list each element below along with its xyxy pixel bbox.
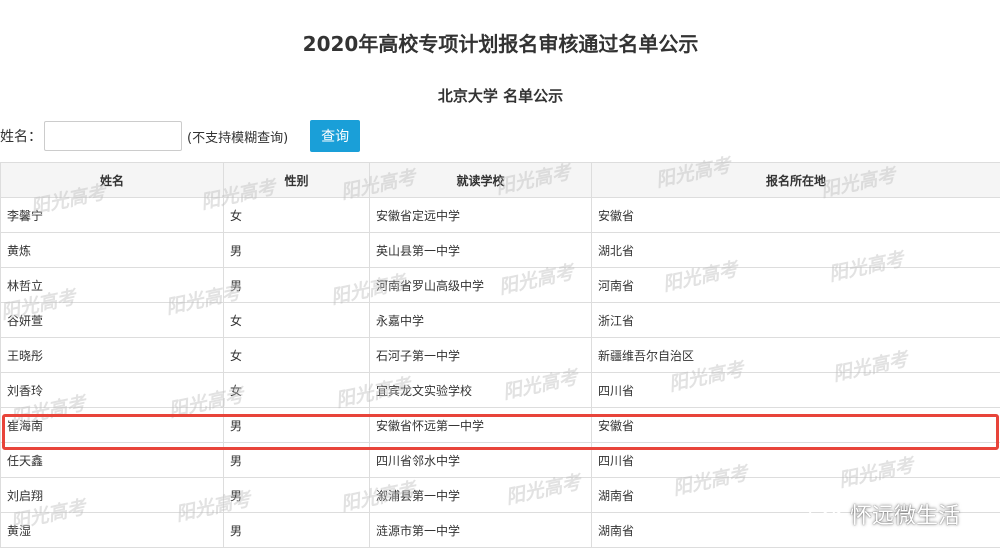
cell-location: 河南省 xyxy=(591,267,1000,303)
roster-table: 姓名 性别 就读学校 报名所在地 李馨宁 女 安徽省定远中学 安徽省 黄炼 男 … xyxy=(0,162,1000,548)
cell-school: 溆浦县第一中学 xyxy=(369,477,592,513)
cell-school: 安徽省怀远第一中学 xyxy=(369,407,592,443)
name-search-input[interactable] xyxy=(44,121,182,151)
cell-name: 谷妍萱 xyxy=(0,302,224,338)
page-title: 2020年高校专项计划报名审核通过名单公示 xyxy=(302,32,699,56)
column-header-gender: 性别 xyxy=(223,162,370,198)
wechat-icon xyxy=(809,500,843,527)
column-header-school: 就读学校 xyxy=(369,162,592,198)
table-row: 李馨宁 女 安徽省定远中学 安徽省 xyxy=(0,197,1000,233)
table-row: 林哲立 男 河南省罗山高级中学 河南省 xyxy=(0,267,1000,303)
column-header-name: 姓名 xyxy=(0,162,224,198)
cell-location: 安徽省 xyxy=(591,407,1000,443)
cell-name: 崔海南 xyxy=(0,407,224,443)
search-hint: (不支持模糊查询) xyxy=(187,130,289,146)
cell-location: 安徽省 xyxy=(591,197,1000,233)
cell-gender: 女 xyxy=(223,302,370,338)
cell-gender: 男 xyxy=(223,407,370,443)
cell-school: 涟源市第一中学 xyxy=(369,512,592,548)
cell-gender: 男 xyxy=(223,267,370,303)
cell-school: 河南省罗山高级中学 xyxy=(369,267,592,303)
table-row: 黄炼 男 英山县第一中学 湖北省 xyxy=(0,232,1000,268)
cell-name: 黄湿 xyxy=(0,512,224,548)
cell-school: 永嘉中学 xyxy=(369,302,592,338)
cell-school: 英山县第一中学 xyxy=(369,232,592,268)
cell-location: 湖北省 xyxy=(591,232,1000,268)
table-row: 任天鑫 男 四川省邻水中学 四川省 xyxy=(0,442,1000,478)
search-button[interactable]: 查询 xyxy=(310,120,361,152)
cell-location: 四川省 xyxy=(591,442,1000,478)
cell-school: 石河子第一中学 xyxy=(369,337,592,373)
cell-name: 李馨宁 xyxy=(0,197,224,233)
page-subtitle: 北京大学 名单公示 xyxy=(437,87,564,105)
cell-gender: 女 xyxy=(223,337,370,373)
table-row-highlighted: 崔海南 男 安徽省怀远第一中学 安徽省 xyxy=(0,407,1000,443)
cell-school: 安徽省定远中学 xyxy=(369,197,592,233)
column-header-location: 报名所在地 xyxy=(591,162,1000,198)
cell-name: 刘启翔 xyxy=(0,477,224,513)
name-search-label: 姓名： xyxy=(0,129,42,145)
cell-name: 王晓彤 xyxy=(0,337,224,373)
cell-name: 任天鑫 xyxy=(0,442,224,478)
cell-gender: 男 xyxy=(223,477,370,513)
account-badge: 怀远微生活 xyxy=(808,498,960,530)
cell-gender: 男 xyxy=(223,512,370,548)
cell-gender: 男 xyxy=(223,232,370,268)
search-bar: 姓名： (不支持模糊查询) 查询 xyxy=(0,120,361,152)
cell-name: 黄炼 xyxy=(0,232,224,268)
cell-name: 刘香玲 xyxy=(0,372,224,408)
cell-school: 宜宾龙文实验学校 xyxy=(369,372,592,408)
cell-location: 新疆维吾尔自治区 xyxy=(591,337,1000,373)
table-row: 刘香玲 女 宜宾龙文实验学校 四川省 xyxy=(0,372,1000,408)
account-name: 怀远微生活 xyxy=(850,504,961,529)
cell-gender: 女 xyxy=(223,372,370,408)
cell-location: 四川省 xyxy=(591,372,1000,408)
table-header-row: 姓名 性别 就读学校 报名所在地 xyxy=(0,162,1000,198)
cell-location: 浙江省 xyxy=(591,302,1000,338)
cell-gender: 男 xyxy=(223,442,370,478)
table-row: 谷妍萱 女 永嘉中学 浙江省 xyxy=(0,302,1000,338)
table-row: 王晓彤 女 石河子第一中学 新疆维吾尔自治区 xyxy=(0,337,1000,373)
cell-name: 林哲立 xyxy=(0,267,224,303)
cell-school: 四川省邻水中学 xyxy=(369,442,592,478)
cell-gender: 女 xyxy=(223,197,370,233)
